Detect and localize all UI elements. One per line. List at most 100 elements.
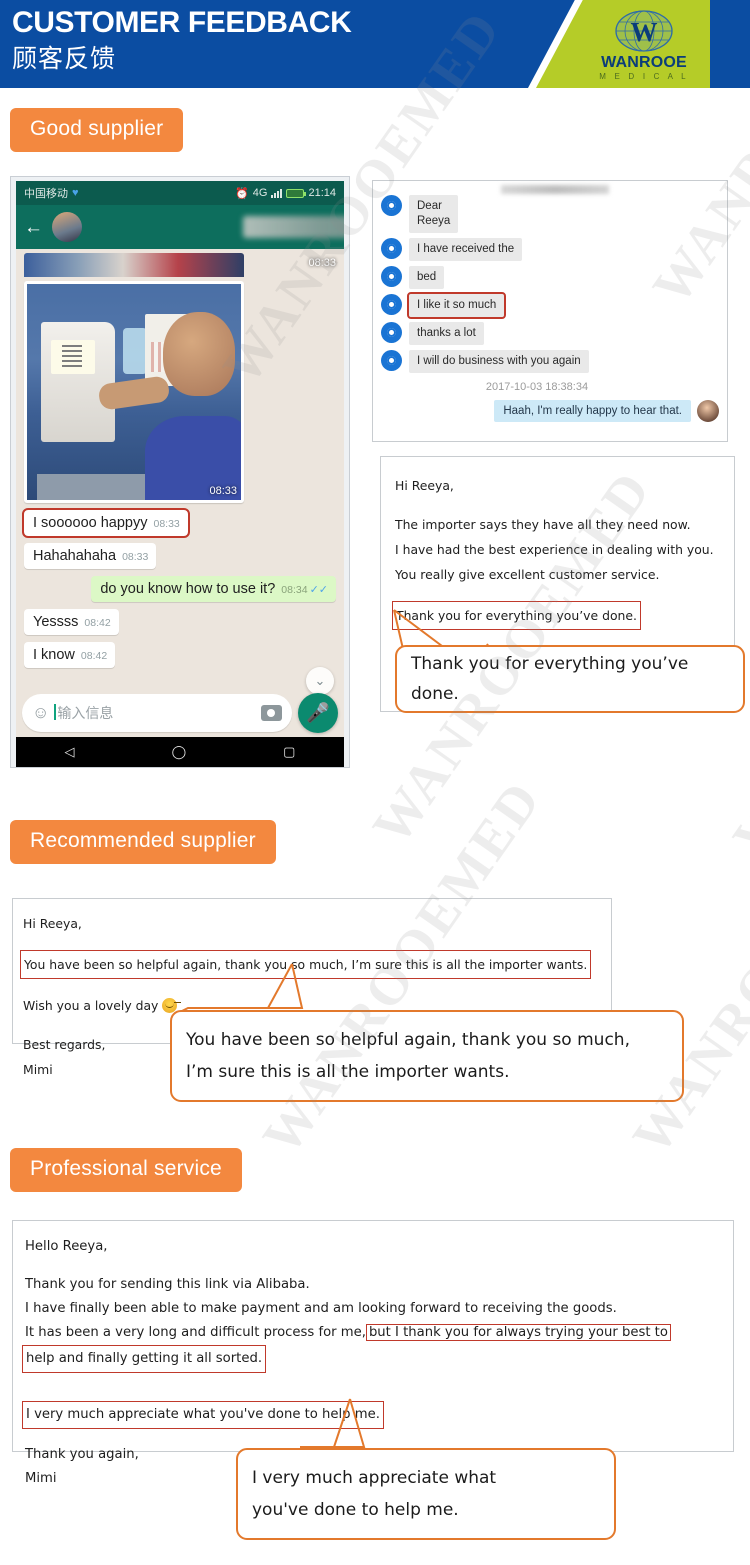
alarm-clock-icon: ⏰ xyxy=(235,187,249,200)
bubble-time: 08:33 xyxy=(153,518,180,530)
read-receipt-icon: ✓✓ xyxy=(309,584,328,596)
message-input[interactable]: 输入信息 xyxy=(54,703,253,723)
im-message-row: I like it so much xyxy=(373,292,727,319)
back-arrow-icon[interactable]: ← xyxy=(24,218,43,237)
contact-avatar-icon xyxy=(381,322,402,343)
contact-avatar-icon xyxy=(381,195,402,216)
bubble-time: 08:33 xyxy=(122,551,149,563)
im-bubble: bed xyxy=(409,266,445,289)
email-highlighted-text: I very much appreciate what you've done … xyxy=(22,1401,384,1429)
phone-status-bar: 中国移动 ♥ ⏰ 4G 21:14 xyxy=(16,181,344,205)
svg-text:W: W xyxy=(631,17,658,47)
callout-text-line1: I very much appreciate what xyxy=(252,1468,497,1488)
company-logo: W WANROOE M E D I C A L xyxy=(578,0,710,88)
chat-bubble-outgoing: do you know how to use it? 08:34 ✓✓ xyxy=(91,576,336,602)
im-bubble-highlighted: I like it so much xyxy=(406,292,507,319)
email-highlighted-text: but I thank you for always trying your b… xyxy=(365,1324,671,1341)
email-wish-text: Wish you a lovely day xyxy=(23,998,159,1013)
email-line: I have had the best experience in dealin… xyxy=(395,542,714,557)
bubble-text: Hahahahaha xyxy=(33,548,117,564)
photo-analyzer-device xyxy=(41,322,115,442)
email-greeting: Hello Reeya, xyxy=(25,1239,108,1254)
badge-good-supplier: Good supplier xyxy=(10,108,184,152)
chat-bubble-incoming: I soooooo happyy 08:33 xyxy=(22,508,190,538)
trade-manager-chat-panel: Dear Reeya I have received the bed I lik… xyxy=(372,180,728,442)
email-line: The importer says they have all they nee… xyxy=(395,517,691,532)
emoji-smiley-icon[interactable]: ☺ xyxy=(32,703,49,723)
email-highlighted-text: help and finally getting it all sorted. xyxy=(22,1345,267,1373)
email-highlighted-text: Thank you for everything you’ve done. xyxy=(392,601,641,630)
im-bubble-outgoing: Haah, I'm really happy to hear that. xyxy=(494,400,691,422)
chat-bubble-incoming: I know 08:42 xyxy=(24,642,116,668)
callout-text: I very much appreciate what you've done … xyxy=(238,1454,510,1534)
bubble-time: 08:42 xyxy=(84,617,111,629)
photo-person-head xyxy=(163,312,235,396)
im-outgoing-row: Haah, I'm really happy to hear that. xyxy=(373,400,727,422)
bubble-text: I soooooo happyy xyxy=(33,515,148,531)
microphone-icon[interactable]: 🎤 xyxy=(298,693,338,733)
callout-text: Thank you for everything you’ve done. xyxy=(411,654,689,704)
nav-recents-square-icon[interactable]: ▢ xyxy=(283,744,295,760)
message-input-box[interactable]: ☺ 输入信息 xyxy=(22,694,292,732)
whatsapp-chat-header: ← n 📞 📎 ⋮ xyxy=(16,205,344,249)
email-screenshot-3: Hello Reeya, Thank you for sending this … xyxy=(12,1220,734,1486)
contact-avatar-icon xyxy=(381,238,402,259)
message-input-bar: ☺ 输入信息 🎤 xyxy=(16,689,344,737)
callout-box-2: You have been so helpful again, thank yo… xyxy=(170,1010,684,1102)
im-bubble: I will do business with you again xyxy=(409,350,589,373)
email-line: You really give excellent customer servi… xyxy=(395,567,660,582)
nav-home-circle-icon[interactable]: ◯ xyxy=(172,744,187,760)
callout-text-line2: you've done to help me. xyxy=(252,1500,459,1520)
heart-icon: ♥ xyxy=(72,187,79,199)
im-bubble: Dear Reeya xyxy=(409,195,459,233)
email-line: Thank you for sending this link via Alib… xyxy=(25,1277,310,1292)
section-good-supplier-header: Good supplier xyxy=(0,108,184,152)
email-line: I have finally been able to make payment… xyxy=(25,1301,617,1316)
previous-photo-strip xyxy=(24,253,244,277)
previous-photo-time: 08:33 xyxy=(308,257,336,269)
email-highlighted-text: You have been so helpful again, thank yo… xyxy=(20,950,592,979)
callout-box-3: I very much appreciate what you've done … xyxy=(236,1448,616,1540)
photo-device-screen xyxy=(51,340,95,374)
section-professional-service-header: Professional service xyxy=(0,1148,242,1192)
camera-icon[interactable] xyxy=(261,705,282,721)
contact-avatar[interactable] xyxy=(52,212,82,242)
callout-box-1: Thank you for everything you’ve done. xyxy=(395,645,745,713)
email-greeting: Hi Reeya, xyxy=(395,478,454,493)
redacted-timestamp-blur xyxy=(501,185,609,194)
page-header: CUSTOMER FEEDBACK 顾客反馈 W WANROOE M E D I… xyxy=(0,0,750,88)
im-bubble: thanks a lot xyxy=(409,322,484,345)
status-time: 21:14 xyxy=(308,187,336,199)
logo-brand-sub: M E D I C A L xyxy=(599,71,689,81)
page-title-cn: 顾客反馈 xyxy=(12,45,117,73)
status-network: 4G xyxy=(252,187,268,199)
im-message-row: thanks a lot xyxy=(373,322,727,345)
im-timestamp: 2017-10-03 18:38:34 xyxy=(485,381,589,393)
chat-bubble-incoming: Hahahahaha 08:33 xyxy=(24,543,157,569)
bubble-time: 08:34 xyxy=(281,584,308,596)
own-avatar xyxy=(697,400,719,422)
section-recommended-supplier-header: Recommended supplier xyxy=(0,820,276,864)
chat-bubble-incoming: Yessss 08:42 xyxy=(24,609,119,635)
logo-brand-name: WANROOE xyxy=(601,53,687,71)
contact-name-field[interactable]: n xyxy=(91,216,344,238)
im-bubble: I have received the xyxy=(409,238,523,261)
nav-back-triangle-icon[interactable]: ◁ xyxy=(65,744,75,760)
callout-text-line1: You have been so helpful again, thank yo… xyxy=(186,1030,630,1050)
contact-avatar-icon xyxy=(381,294,402,315)
bubble-text: I know xyxy=(33,647,75,663)
photo-message[interactable]: 08:33 xyxy=(24,281,244,503)
watermark-text: WANROOEMED xyxy=(620,769,750,1165)
contact-avatar-icon xyxy=(381,266,402,287)
contact-avatar-icon xyxy=(381,350,402,371)
phone-screen: 中国移动 ♥ ⏰ 4G 21:14 ← n 📞 📎 xyxy=(16,181,344,767)
phone-screenshot: 中国移动 ♥ ⏰ 4G 21:14 ← n 📞 📎 xyxy=(10,176,350,768)
im-message-row: bed xyxy=(373,266,727,289)
